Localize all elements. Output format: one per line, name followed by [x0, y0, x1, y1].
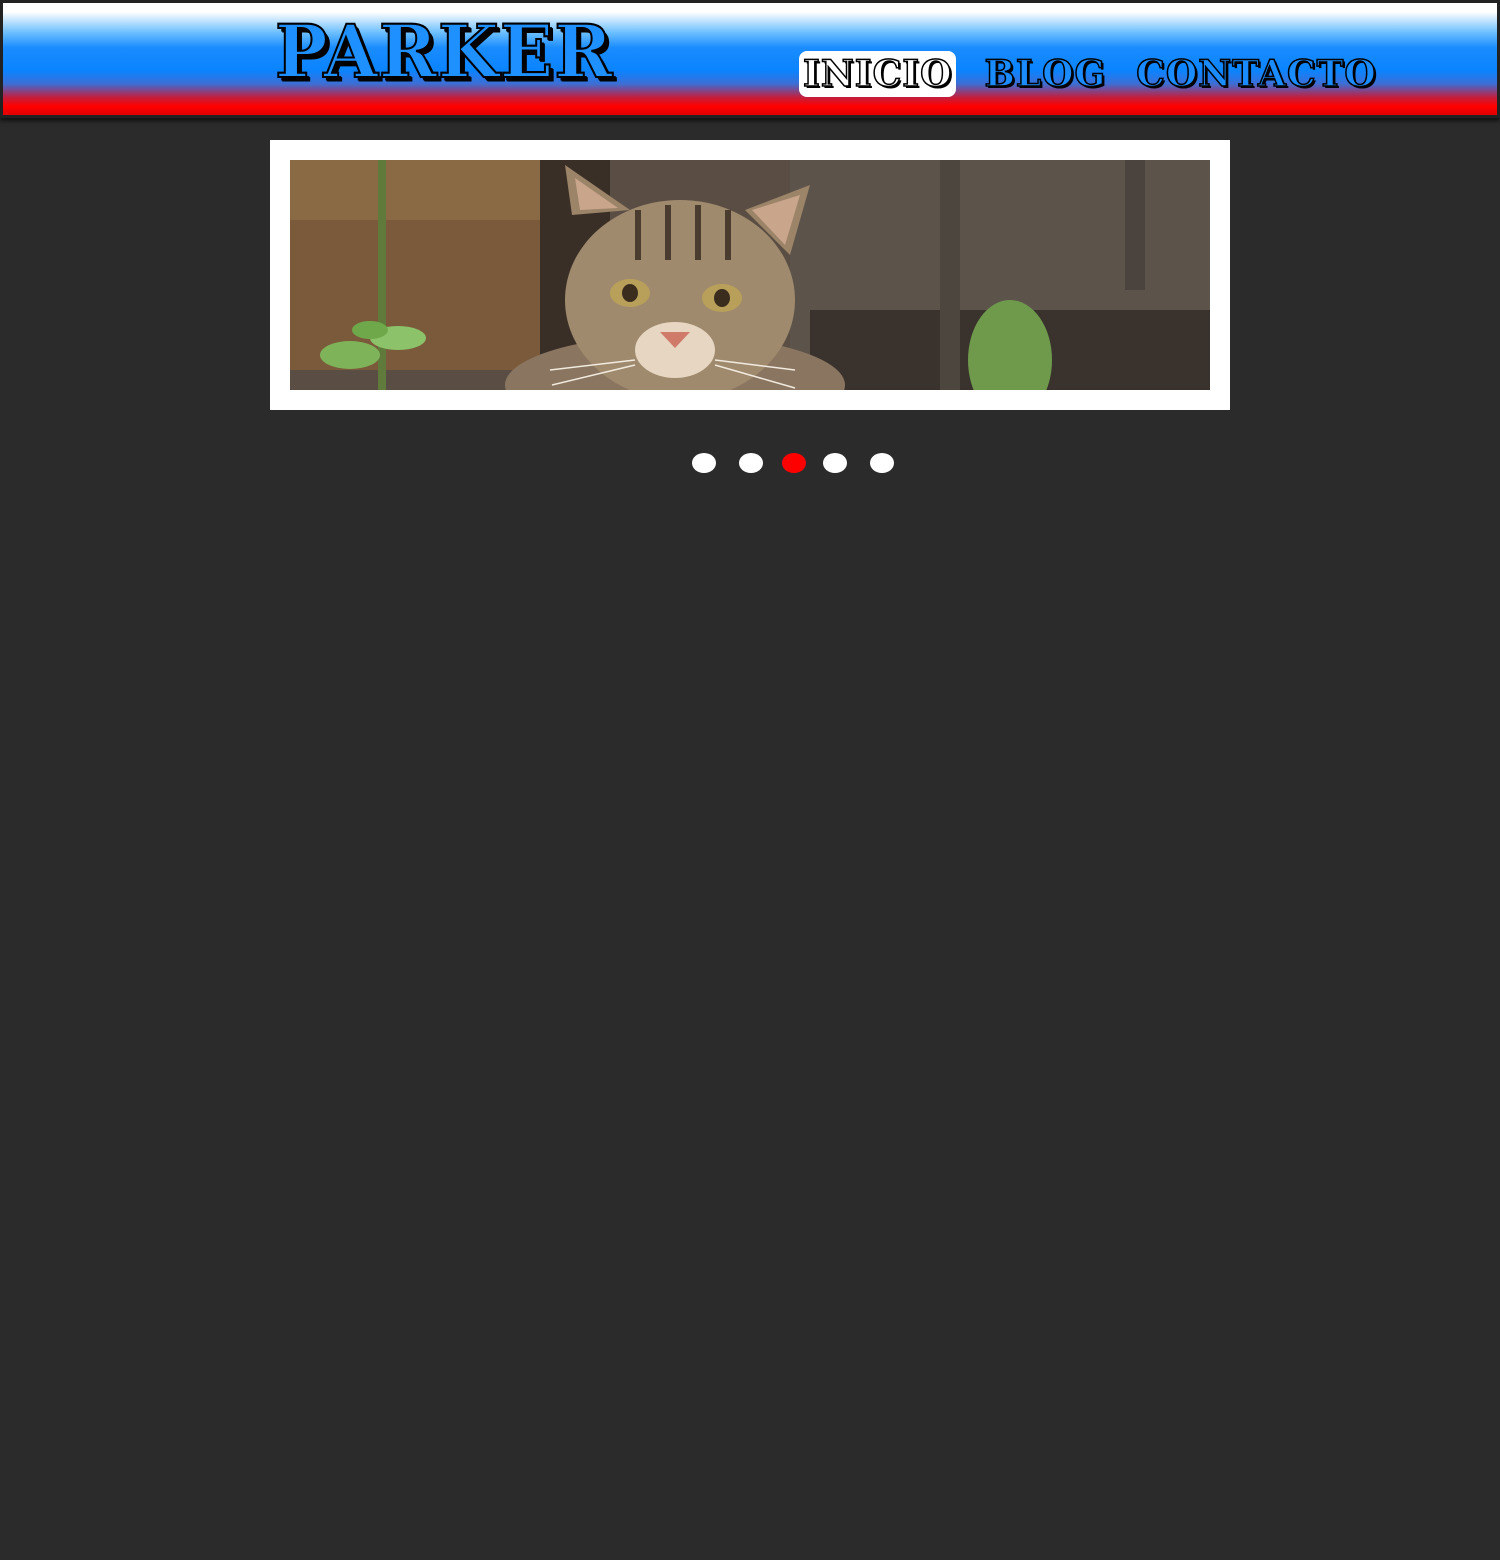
nav-item-contacto[interactable]: CONTACTO	[1132, 51, 1380, 97]
nav-item-inicio[interactable]: INICIO	[799, 51, 957, 97]
image-slider	[270, 140, 1230, 410]
slide-cat-photo	[290, 160, 1210, 390]
site-header: PARKER INICIO BLOG CONTACTO	[0, 0, 1500, 118]
main-nav: INICIO BLOG CONTACTO	[799, 51, 1405, 97]
slider-dot-2[interactable]	[739, 453, 763, 473]
nav-item-blog[interactable]: BLOG	[980, 51, 1110, 97]
slider-dot-1[interactable]	[692, 453, 716, 473]
site-logo[interactable]: PARKER	[274, 14, 613, 90]
cat-photo-image	[290, 160, 1210, 390]
slider-dot-5[interactable]	[870, 453, 894, 473]
slider-dot-3[interactable]	[782, 453, 806, 473]
slider-dot-4[interactable]	[823, 453, 847, 473]
